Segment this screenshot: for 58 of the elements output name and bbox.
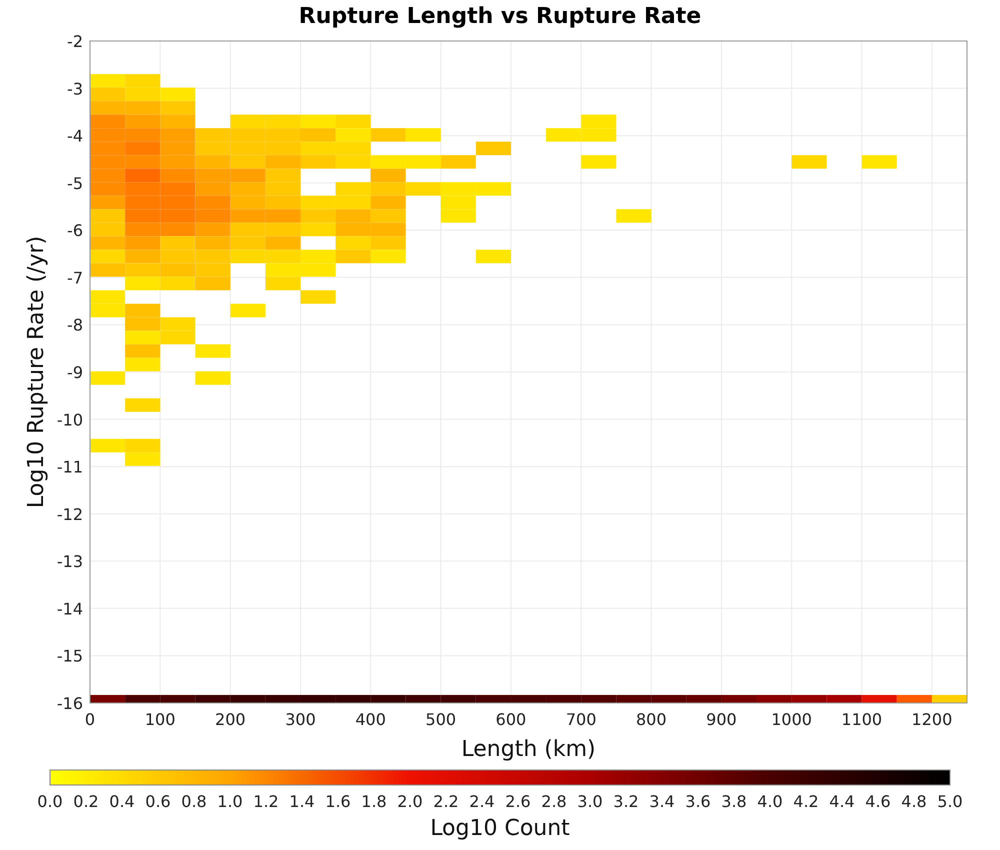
y-tick-label: -16 xyxy=(56,694,83,713)
x-tick-label: 300 xyxy=(285,710,316,729)
x-tick-label: 800 xyxy=(636,710,667,729)
y-tick-label: -9 xyxy=(67,363,83,382)
colorbar-tick-label: 3.0 xyxy=(577,792,603,811)
colorbar-tick-label: 2.4 xyxy=(469,792,495,811)
colorbar-tick-label: 3.6 xyxy=(685,792,711,811)
colorbar-tick-label: 1.8 xyxy=(361,792,387,811)
y-tick-label: -11 xyxy=(56,458,83,477)
y-tick-label: -7 xyxy=(67,268,83,288)
x-axis-title: Length (km) xyxy=(461,737,596,762)
y-tick-label: -15 xyxy=(56,646,83,666)
colorbar-tick-label: 1.6 xyxy=(325,792,351,811)
x-tick-label: 0 xyxy=(84,710,96,729)
x-tick-label: 600 xyxy=(496,710,526,729)
y-tick-label: -14 xyxy=(56,599,83,618)
colorbar-tick-label: 3.2 xyxy=(613,792,639,811)
colorbar-tick-label: 2.6 xyxy=(505,792,531,811)
colorbar-tick-label: 5.0 xyxy=(937,792,963,811)
x-tick-label: 100 xyxy=(144,710,176,729)
x-tick-label: 1100 xyxy=(841,710,882,729)
colorbar-tick-label: 0.0 xyxy=(37,792,63,811)
colorbar-tick-label: 4.8 xyxy=(901,792,927,811)
colorbar-tick-label: 3.4 xyxy=(649,792,675,811)
x-tick-label: 900 xyxy=(706,710,737,729)
colorbar-tick-label: 4.6 xyxy=(865,792,891,811)
colorbar-tick-label: 0.8 xyxy=(181,792,207,811)
colorbar-tick-label: 4.2 xyxy=(793,792,819,811)
y-tick-label: -3 xyxy=(67,79,83,98)
y-tick-label: -5 xyxy=(67,174,83,193)
colorbar-tick-label: 1.0 xyxy=(217,792,243,811)
colorbar-tick-label: 2.2 xyxy=(433,792,459,811)
colorbar-tick-label: 0.4 xyxy=(109,792,135,811)
colorbar-tick-label: 4.4 xyxy=(829,792,855,811)
colorbar-tick-label: 0.2 xyxy=(73,792,99,811)
y-tick-label: -10 xyxy=(56,410,83,430)
y-tick-label: -13 xyxy=(56,552,83,572)
colorbar-tick-label: 1.2 xyxy=(253,792,279,811)
colorbar-tick-label: 2.8 xyxy=(541,792,567,811)
colorbar-tick-label: 2.0 xyxy=(397,792,423,811)
x-tick-label: 200 xyxy=(215,710,246,729)
y-tick-label: -6 xyxy=(67,221,83,240)
y-tick-label: -8 xyxy=(67,316,83,335)
y-tick-label: -12 xyxy=(56,504,83,524)
y-tick-label: -4 xyxy=(67,126,83,146)
x-tick-label: 500 xyxy=(426,710,456,729)
colorbar-tick-label: 0.6 xyxy=(145,792,171,811)
x-tick-label: 700 xyxy=(566,710,596,729)
x-tick-label: 1000 xyxy=(771,710,812,729)
colorbar-title: Log10 Count xyxy=(430,816,570,841)
chart-title: Rupture Length vs Rupture Rate xyxy=(298,4,702,29)
colorbar-tick-label: 1.4 xyxy=(289,792,315,811)
colorbar-tick-label: 3.8 xyxy=(721,792,747,811)
y-axis-title: Log10 Rupture Rate (/yr) xyxy=(24,236,49,508)
colorbar-tick-label: 4.0 xyxy=(757,792,783,811)
x-tick-label: 400 xyxy=(355,710,386,729)
y-tick-label: -2 xyxy=(67,32,83,51)
x-tick-label: 1200 xyxy=(912,710,952,729)
